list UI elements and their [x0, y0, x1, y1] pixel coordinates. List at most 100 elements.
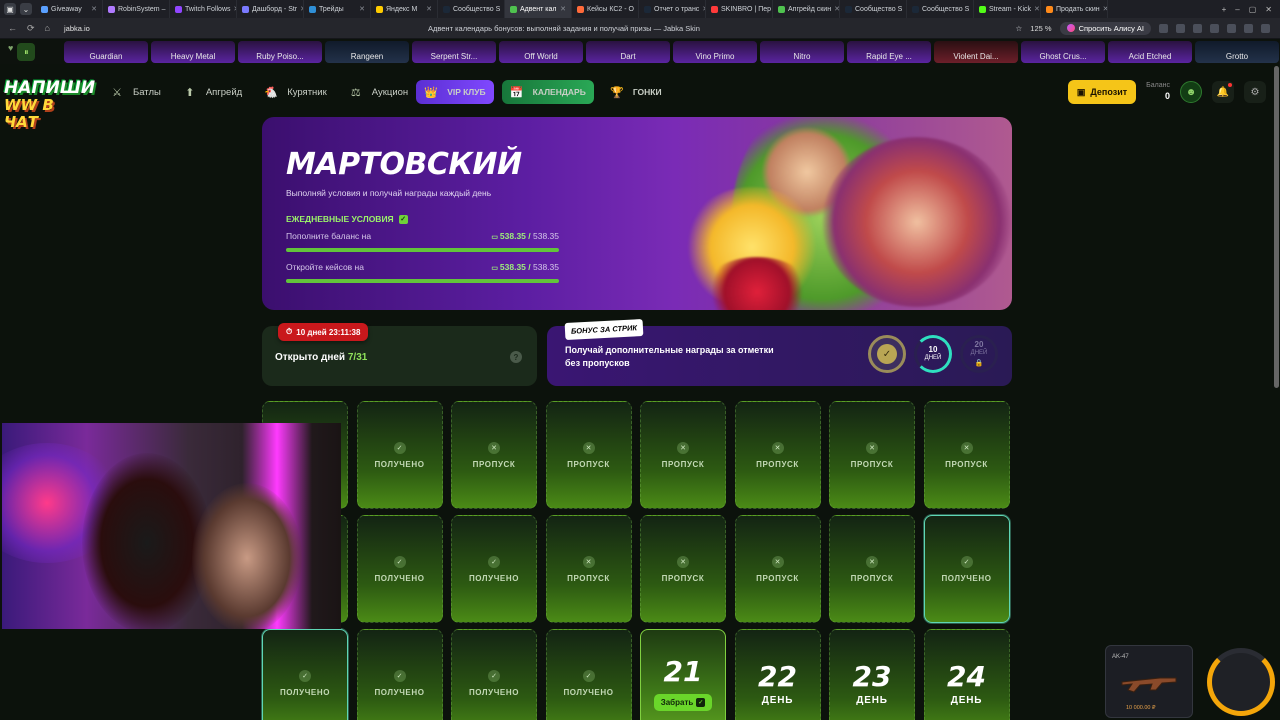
nav-label: Батлы	[133, 86, 161, 98]
check-icon: ✓	[393, 441, 406, 454]
calendar-cell[interactable]: 24 ДЕНЬ	[923, 629, 1010, 720]
close-tab-icon[interactable]: ✕	[91, 5, 97, 13]
ticker-skin[interactable]: Guardian	[64, 41, 148, 63]
browser-tab[interactable]: SKINBRO | Пер✕	[706, 0, 773, 18]
browser-tab[interactable]: Апгрейд скин ✕	[773, 0, 840, 18]
extension-icon[interactable]	[1244, 23, 1253, 33]
browser-tab[interactable]: Сообщество S✕	[438, 0, 505, 18]
bookmark-icon[interactable]: ☆	[1016, 24, 1023, 33]
lock-icon: 🔒	[974, 360, 984, 367]
streak-ring-20[interactable]: 20 ДНЕЙ 🔒	[960, 335, 998, 373]
close-window-button[interactable]: ✕	[1265, 5, 1272, 14]
webcam-overlay	[2, 423, 341, 629]
browser-tab[interactable]: Giveaway ✕	[36, 0, 103, 18]
browser-menu-icon[interactable]: ▣	[4, 3, 16, 15]
minimize-button[interactable]: –	[1235, 5, 1239, 14]
nav-pill-race[interactable]: 🏆 ГОНКИ	[602, 80, 670, 104]
avatar[interactable]: ☻	[1180, 81, 1202, 103]
browser-tab[interactable]: RobinSystem –✕	[103, 0, 170, 18]
nav-item-2[interactable]: ⬆ Апгрейд	[181, 83, 242, 101]
browser-tab[interactable]: Кейсы КС2 - О✕	[572, 0, 639, 18]
extension-icon[interactable]	[1176, 23, 1185, 33]
new-tab-button[interactable]: +	[1222, 5, 1227, 14]
favorite-icon[interactable]: ♥	[8, 43, 13, 61]
nav-pill-vip[interactable]: 👑 VIP КЛУБ	[416, 80, 494, 104]
pause-icon[interactable]: ⏸	[17, 43, 36, 61]
back-icon[interactable]: ←	[8, 23, 17, 34]
ticker-skin[interactable]: Grotto	[1195, 41, 1279, 63]
extension-icon[interactable]	[1193, 23, 1202, 33]
nav-pill-cal[interactable]: 📅 КАЛЕНДАРЬ	[501, 80, 594, 104]
url-field[interactable]: jabka.io	[64, 24, 354, 33]
browser-tab[interactable]: Отчет о транс✕	[639, 0, 706, 18]
ticker-skin[interactable]: Ghost Crus...	[1021, 41, 1105, 63]
nav-item-4[interactable]: ⚖ Аукцион	[347, 83, 408, 101]
site-header: НАПИШИ WW В ЧАТ ⚔ Батлы ⬆ Апгрейд 🐔 Курятник ⚖…	[0, 66, 1280, 131]
browser-tab[interactable]: Сообщество S✕	[840, 0, 907, 18]
browser-tab[interactable]: Stream - Kick ✕	[974, 0, 1041, 18]
browser-tab[interactable]: Трейды ✕	[304, 0, 371, 18]
ticker-skin[interactable]: Heavy Metal	[151, 41, 235, 63]
ticker-skin[interactable]: Violent Dai...	[934, 41, 1018, 63]
last-drop-card[interactable]: AK-47 10 000.00 ₽	[1105, 645, 1193, 718]
tab-label: Сообщество S	[855, 5, 903, 13]
close-tab-icon[interactable]: ✕	[1034, 5, 1040, 13]
tab-list-icon[interactable]: ⌄	[20, 3, 32, 15]
ticker-skin[interactable]: Rapid Eye ...	[847, 41, 931, 63]
extension-icon[interactable]	[1159, 23, 1168, 33]
browser-tab[interactable]: Яндекс М ✕	[371, 0, 438, 18]
day-label: ДЕНЬ	[761, 695, 794, 706]
extension-icon[interactable]	[1210, 23, 1219, 33]
tab-favicon-icon	[108, 5, 115, 13]
forward-icon[interactable]: ⟳	[27, 23, 35, 34]
cell-status: ПРОПУСК	[661, 459, 705, 469]
ticker-skin[interactable]: Nitro	[760, 41, 844, 63]
deposit-button[interactable]: ▣ Депозит	[1067, 80, 1137, 104]
browser-tab[interactable]: Сообщество S✕	[907, 0, 974, 18]
address-right: ☆ 125 % Спросить Алису AI	[1016, 21, 1280, 35]
ticker-skin[interactable]: Rangeen	[325, 41, 409, 63]
ticker-skin[interactable]: Off World	[499, 41, 583, 63]
ticker-skin[interactable]: Dart	[586, 41, 670, 63]
close-tab-icon[interactable]: ✕	[560, 5, 566, 13]
ticker-skin[interactable]: Serpent Str...	[412, 41, 496, 63]
condition-label: Откройте кейсов на	[286, 262, 364, 272]
calendar-cell[interactable]: 23 ДЕНЬ	[829, 629, 915, 720]
browser-tab[interactable]: Twitch Follows✕	[170, 0, 237, 18]
logo[interactable]: НАПИШИ WW В ЧАТ	[4, 80, 95, 131]
zoom-level[interactable]: 125 %	[1030, 24, 1051, 33]
settings-button[interactable]: ⚙	[1244, 81, 1266, 103]
nav-item-3[interactable]: 🐔 Курятник	[262, 83, 326, 101]
help-icon[interactable]: ?	[510, 351, 522, 363]
daily-conditions-text: ЕЖЕДНЕВНЫЕ УСЛОВИЯ	[286, 214, 394, 224]
alice-button[interactable]: Спросить Алису AI	[1059, 21, 1151, 35]
extension-icon[interactable]	[1227, 23, 1236, 33]
tab-favicon-icon	[309, 5, 316, 13]
calendar-cell[interactable]: 22 ДЕНЬ	[734, 629, 821, 720]
ticker-skin[interactable]: Acid Etched	[1108, 41, 1192, 63]
maximize-button[interactable]: ▢	[1249, 5, 1257, 14]
browser-tab[interactable]: Адвент кал ✕	[505, 0, 572, 18]
tab-label: Сообщество S	[922, 5, 970, 13]
day-number: 24	[947, 660, 986, 693]
coin-icon: ▭	[491, 265, 500, 272]
extension-icon[interactable]	[1261, 23, 1270, 33]
nav-item-1[interactable]: ⚔ Батлы	[108, 83, 161, 101]
streak-ring-10[interactable]: 10 ДНЕЙ	[914, 335, 952, 373]
calendar-cell[interactable]: 21 Забрать ✓	[640, 629, 726, 720]
scrollbar[interactable]	[1274, 66, 1279, 388]
home-icon[interactable]: ⌂	[45, 23, 50, 34]
browser-tab[interactable]: Дашборд - Str✕	[237, 0, 304, 18]
notifications-button[interactable]: 🔔	[1212, 81, 1234, 103]
check-icon: ✓	[393, 669, 406, 682]
condition-progress-fill	[286, 248, 559, 252]
ticker-skin[interactable]: Ruby Poiso...	[238, 41, 322, 63]
balance: Баланс 0	[1146, 81, 1170, 103]
close-tab-icon[interactable]: ✕	[1103, 5, 1107, 13]
browser-tab[interactable]: Продать скин ✕	[1041, 0, 1108, 18]
close-tab-icon[interactable]: ✕	[359, 5, 365, 13]
close-tab-icon[interactable]: ✕	[426, 5, 432, 13]
calendar-cell: ✕ ПРОПУСК	[734, 401, 821, 509]
ticker-skin[interactable]: Vino Primo	[673, 41, 757, 63]
collect-button[interactable]: Забрать ✓	[653, 694, 713, 711]
